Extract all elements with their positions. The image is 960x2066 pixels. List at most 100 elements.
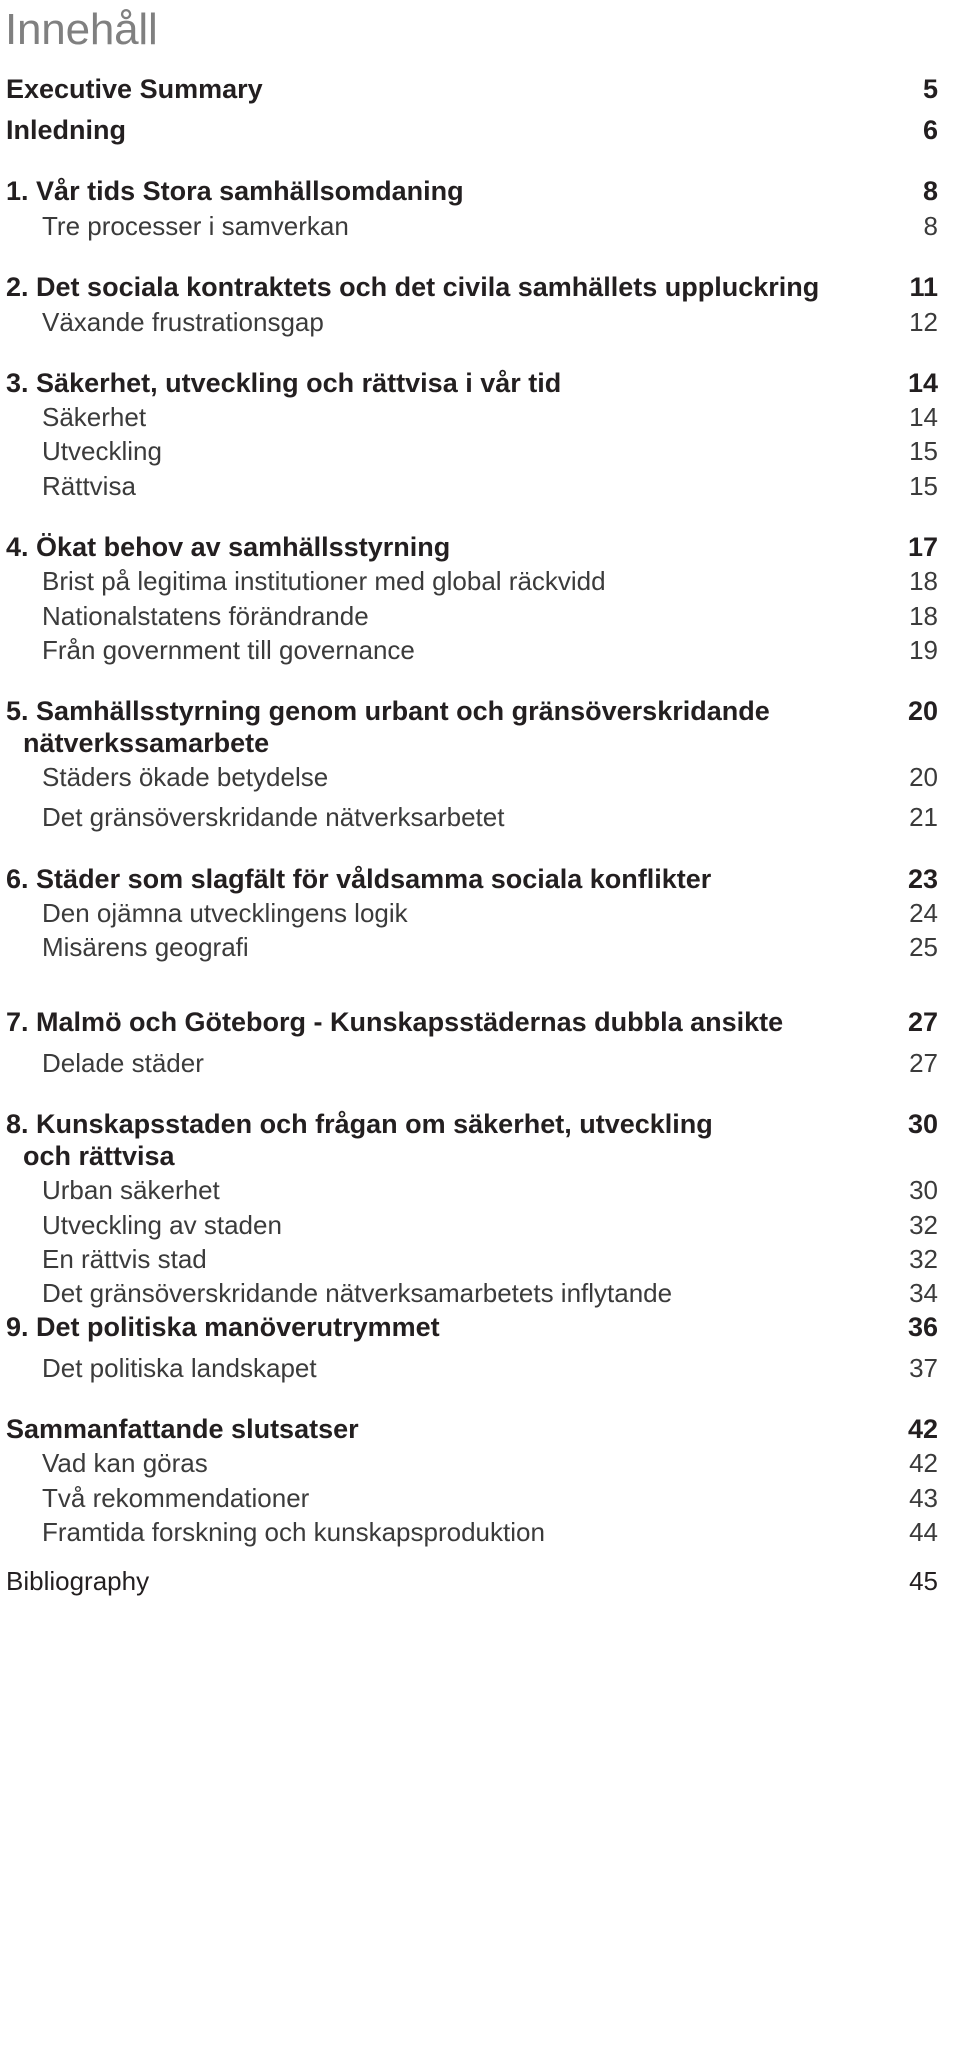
toc-entry-number: 4.: [6, 531, 29, 562]
toc-entry-text: Städer som slagfält för våldsamma social…: [36, 863, 712, 894]
toc-entry-label: Misärens geografi: [42, 932, 898, 963]
toc-entry[interactable]: Rättvisa 15: [4, 471, 948, 502]
toc-entry-page-number: 6: [922, 114, 938, 145]
toc-entry-label: Vad kan göras: [42, 1448, 898, 1479]
toc-entry-text: Brist på legitima institutioner med glob…: [42, 566, 606, 597]
toc-entry-text: Vad kan göras: [42, 1448, 208, 1479]
toc-entry[interactable]: Vad kan göras 42: [4, 1448, 948, 1479]
toc-entry-page-number: 20: [907, 695, 938, 726]
toc-entry-text: En rättvis stad: [42, 1243, 207, 1274]
toc-entry-page-number: 42: [909, 1448, 938, 1479]
toc-entry[interactable]: Växande frustrationsgap 12: [4, 307, 948, 338]
toc-entry-page-number: 34: [909, 1277, 938, 1308]
toc-entry-page-number: 12: [909, 306, 938, 337]
toc-entry[interactable]: En rättvis stad 32: [4, 1244, 948, 1275]
toc-entry-text: Inledning: [6, 114, 126, 145]
toc-entry-page-number: 18: [909, 600, 938, 631]
toc-entry[interactable]: Misärens geografi 25: [4, 932, 948, 963]
toc-entry-text: Det sociala kontraktets och det civila s…: [36, 271, 820, 302]
toc-entry[interactable]: Städers ökade betydelse 20: [4, 762, 948, 793]
toc-entry-label: 3. Säkerhet, utveckling och rättvisa i v…: [6, 368, 898, 400]
toc-entry-page-number: 37: [909, 1352, 938, 1383]
toc-entry-page-number: 45: [909, 1566, 938, 1597]
toc-entry-number: 5.: [6, 695, 29, 726]
toc-entry[interactable]: Sammanfattande slutsatser 42: [4, 1414, 948, 1446]
toc-entry[interactable]: 2. Det sociala kontraktets och det civil…: [4, 272, 948, 304]
toc-entry[interactable]: Brist på legitima institutioner med glob…: [4, 566, 948, 597]
toc-entry[interactable]: Urban säkerhet 30: [4, 1175, 948, 1206]
toc-entry-text: Säkerhet, utveckling och rättvisa i vår …: [36, 367, 562, 398]
toc-entry-text: Ökat behov av samhällsstyrning: [36, 531, 451, 562]
toc-entry-number: 8.: [6, 1109, 29, 1140]
toc-entry-text: Urban säkerhet: [42, 1175, 220, 1206]
toc-entry[interactable]: 4. Ökat behov av samhällsstyrning 17: [4, 532, 948, 564]
toc-entry-text: Executive Summary: [6, 74, 263, 104]
toc-entry[interactable]: Säkerhet 14: [4, 402, 948, 433]
toc-entry-page-number: 42: [907, 1413, 938, 1444]
toc-entry-text: Delade städer: [42, 1048, 204, 1079]
toc-entry-label: Sammanfattande slutsatser: [6, 1414, 898, 1446]
toc-entry-page-number: 24: [909, 898, 938, 929]
toc-entry-page-number: 15: [909, 470, 938, 501]
toc-entry-page-number: 27: [907, 1007, 938, 1038]
toc-entry-label: Två rekommendationer: [42, 1483, 898, 1514]
toc-entry-text: Vår tids Stora samhällsomdaning: [36, 176, 464, 207]
toc-entry-page-number: 11: [909, 271, 938, 302]
toc-entry[interactable]: Delade städer 27: [4, 1048, 948, 1079]
toc-entry[interactable]: Framtida forskning och kunskapsproduktio…: [4, 1517, 948, 1548]
toc-entry-page-number: 32: [909, 1209, 938, 1240]
toc-entry-text: Städers ökade betydelse: [42, 762, 329, 793]
toc-entry[interactable]: Executive Summary 5: [4, 74, 948, 106]
toc-entry[interactable]: Två rekommendationer 43: [4, 1483, 948, 1514]
toc-entry-label: Det politiska landskapet: [42, 1353, 898, 1384]
toc-entry-label: Den ojämna utvecklingens logik: [42, 898, 898, 929]
toc-entry-label: Det gränsöverskridande nätverksamarbetet…: [42, 1278, 898, 1309]
toc-entry[interactable]: 6. Städer som slagfält för våldsamma soc…: [4, 864, 948, 896]
toc-entry-label: Utveckling: [42, 436, 898, 467]
toc-entry-page-number: 5: [922, 74, 938, 104]
toc-entry[interactable]: 5. Samhällsstyrning genom urbant och grä…: [4, 696, 948, 759]
toc-entry-number: 2.: [6, 271, 29, 302]
toc-entry-text: Den ojämna utvecklingens logik: [42, 898, 408, 929]
toc-entry[interactable]: 8. Kunskapsstaden och frågan om säkerhet…: [4, 1109, 948, 1172]
toc-entry-page-number: 23: [907, 863, 938, 894]
toc-entry[interactable]: Tre processer i samverkan 8: [4, 211, 948, 242]
toc-entry-text: Sammanfattande slutsatser: [6, 1413, 359, 1444]
toc-entry-page-number: 21: [909, 802, 938, 833]
toc-entry-label: Utveckling av staden: [42, 1210, 898, 1241]
toc-entry-text: Samhällsstyrning genom urbant och gränsö…: [36, 695, 770, 726]
toc-entry[interactable]: Från government till governance 19: [4, 635, 948, 666]
toc-entry[interactable]: Det gränsöverskridande nätverksarbetet 21: [4, 802, 948, 833]
toc-entry-label: Urban säkerhet: [42, 1175, 898, 1206]
toc-entry-number: 9.: [6, 1312, 29, 1343]
toc-entry-page-number: 14: [907, 367, 938, 398]
toc-entry[interactable]: Utveckling av staden 32: [4, 1210, 948, 1241]
toc-entry-page-number: 15: [909, 436, 938, 467]
toc-entry[interactable]: 9. Det politiska manöverutrymmet 36: [4, 1312, 948, 1344]
toc-entry-label: 8. Kunskapsstaden och frågan om säkerhet…: [6, 1109, 898, 1172]
toc-entry-label: Det gränsöverskridande nätverksarbetet: [42, 802, 898, 833]
toc-entry-text-continued: och rättvisa: [23, 1140, 175, 1171]
toc-entry[interactable]: Det gränsöverskridande nätverksamarbetet…: [4, 1278, 948, 1309]
toc-entry-text: Framtida forskning och kunskapsproduktio…: [42, 1516, 545, 1547]
toc-entry[interactable]: Inledning 6: [4, 115, 948, 147]
toc-entry-text: Växande frustrationsgap: [42, 306, 324, 337]
toc-entry-label: Inledning: [6, 115, 898, 147]
toc-entry-label: 6. Städer som slagfält för våldsamma soc…: [6, 864, 898, 896]
toc-entry[interactable]: Utveckling 15: [4, 436, 948, 467]
toc-entry[interactable]: 1. Vår tids Stora samhällsomdaning 8: [4, 176, 948, 208]
toc-entry-page-number: 19: [909, 634, 938, 665]
toc-entry-text: Säkerhet: [42, 402, 147, 433]
toc-entry-label: 5. Samhällsstyrning genom urbant och grä…: [6, 696, 898, 759]
toc-entry[interactable]: Den ojämna utvecklingens logik 24: [4, 898, 948, 929]
toc-entry[interactable]: 3. Säkerhet, utveckling och rättvisa i v…: [4, 368, 948, 400]
toc-entry[interactable]: Bibliography 45: [4, 1566, 948, 1597]
toc-entry-label: Bibliography: [6, 1566, 898, 1597]
toc-entry[interactable]: 7. Malmö och Göteborg - Kunskapsstäderna…: [4, 1007, 948, 1039]
toc-entry-page-number: 27: [909, 1048, 938, 1079]
toc-page: Innehåll Executive Summary 5 Inledning 6 1. …: [0, 0, 960, 2066]
toc-entry-label: 7. Malmö och Göteborg - Kunskapsstäderna…: [6, 1007, 898, 1039]
toc-entry[interactable]: Nationalstatens förändrande 18: [4, 601, 948, 632]
toc-entry-number: 6.: [6, 863, 29, 894]
toc-entry[interactable]: Det politiska landskapet 37: [4, 1353, 948, 1384]
